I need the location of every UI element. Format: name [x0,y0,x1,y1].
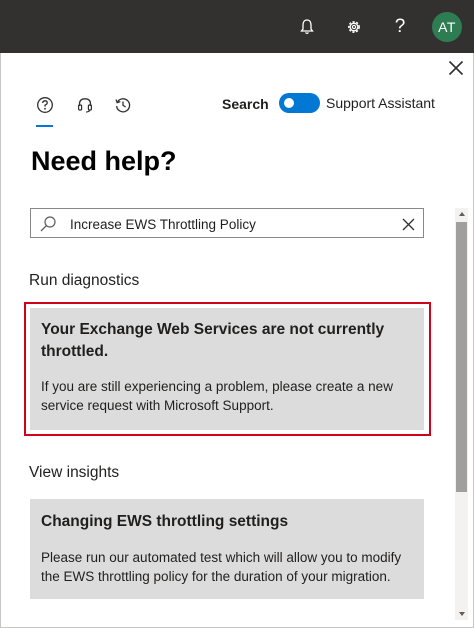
insights-card-title: Changing EWS throttling settings [41,513,289,530]
clear-icon[interactable] [399,215,417,233]
help-icon[interactable]: ? [386,13,414,41]
help-label: ? [394,16,406,37]
support-assistant-label: Support Assistant [326,95,435,111]
diagnostics-card-title: Your Exchange Web Services are not curre… [41,321,385,360]
help-circle-icon[interactable] [34,94,56,116]
scroll-down-arrow-icon[interactable] [459,612,465,616]
search-mode-label: Search [222,96,269,112]
page-title: Need help? [31,146,177,176]
headset-icon[interactable] [74,94,96,116]
diagnostics-card: Your Exchange Web Services are not curre… [30,308,424,430]
close-icon[interactable] [444,56,468,80]
top-bar: ? AT [0,0,474,53]
search-input[interactable] [70,214,390,234]
insights-card[interactable]: Changing EWS throttling settings Please … [30,499,424,599]
toggle-knob [284,98,294,108]
support-assistant-toggle[interactable] [279,93,320,113]
diagnostics-card-body: If you are still experiencing a problem,… [41,379,393,413]
scroll-up-arrow-icon[interactable] [459,212,465,216]
insights-card-body: Please run our automated test which will… [41,550,402,584]
search-icon [39,215,57,233]
gear-icon[interactable] [340,13,368,41]
scrollbar-thumb[interactable] [456,222,467,492]
run-diagnostics-heading: Run diagnostics [29,272,140,289]
avatar-initials: AT [438,19,456,35]
avatar[interactable]: AT [432,12,462,42]
search-box[interactable] [30,208,424,238]
tab-selected-indicator [36,125,53,127]
history-icon[interactable] [112,94,134,116]
view-insights-heading: View insights [29,464,120,481]
bell-icon[interactable] [293,13,321,41]
